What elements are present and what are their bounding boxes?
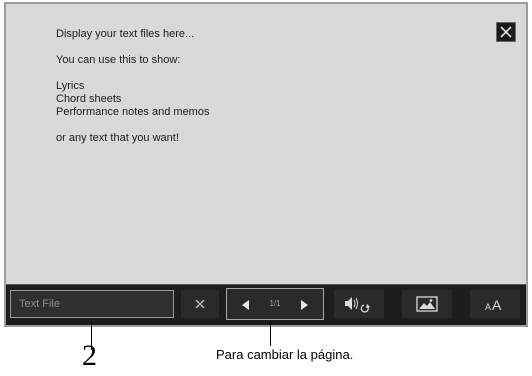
close-icon <box>500 26 512 38</box>
font-size-icon: A A <box>485 297 502 313</box>
callout-line-pager <box>270 322 271 346</box>
image-icon <box>416 296 438 312</box>
text-viewer-screen: Display your text files here... You can … <box>4 2 528 327</box>
pager-caption: Para cambiar la página. <box>216 347 354 362</box>
speaker-repeat-icon <box>345 297 370 313</box>
close-button[interactable] <box>496 22 516 42</box>
svg-text:A: A <box>492 297 502 313</box>
font-size-button[interactable]: A A <box>470 290 520 318</box>
text-line: You can use this to show: <box>56 54 181 66</box>
text-line: Chord sheets <box>56 93 122 105</box>
text-content: Display your text files here... You can … <box>56 28 476 145</box>
triangle-right-icon <box>301 300 308 310</box>
text-line: Display your text files here... <box>56 28 195 40</box>
clear-button[interactable] <box>181 290 219 318</box>
audio-sync-button[interactable] <box>334 290 384 318</box>
text-line: Performance notes and memos <box>56 106 210 118</box>
svg-text:A: A <box>485 302 491 312</box>
page-navigator: 1/1 <box>226 288 324 320</box>
text-line: Lyrics <box>56 80 85 92</box>
clear-icon <box>195 299 205 309</box>
next-page-button[interactable] <box>297 298 311 312</box>
bottom-toolbar: 1/1 A <box>6 284 526 325</box>
text-line: or any text that you want! <box>56 132 179 144</box>
image-button[interactable] <box>402 290 452 318</box>
text-file-field[interactable] <box>10 290 174 318</box>
callout-number: 2 <box>82 339 97 372</box>
